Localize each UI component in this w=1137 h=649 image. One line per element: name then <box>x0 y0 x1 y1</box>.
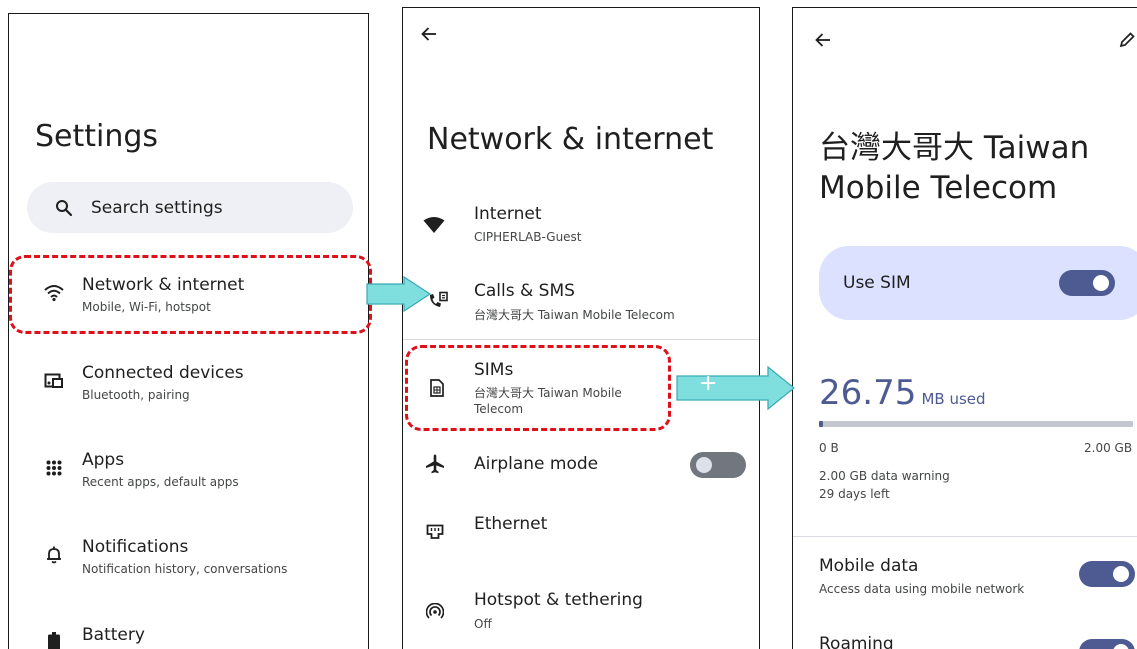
mobile-data-row[interactable]: Mobile data Access data using mobile net… <box>793 553 1137 609</box>
settings-item-apps[interactable]: Apps Recent apps, default apps <box>9 435 368 505</box>
ethernet-icon <box>423 520 447 544</box>
data-usage-bar-fill <box>819 421 824 427</box>
back-arrow-icon[interactable] <box>811 28 835 52</box>
network-item-subtitle: CIPHERLAB-Guest <box>474 230 582 244</box>
network-item-title: Calls & SMS <box>474 281 575 301</box>
data-usage-unit: MB used <box>921 390 986 408</box>
network-item-internet[interactable]: Internet CIPHERLAB-Guest <box>403 198 759 258</box>
connected-devices-icon <box>41 368 67 394</box>
toggle-knob <box>696 457 712 473</box>
network-item-subtitle: 台灣大哥大 Taiwan Mobile Telecom <box>474 308 675 322</box>
network-item-title: Ethernet <box>474 514 548 534</box>
divider <box>793 536 1137 537</box>
use-sim-label: Use SIM <box>843 273 911 293</box>
network-item-hotspot[interactable]: Hotspot & tethering Off <box>403 580 759 640</box>
roaming-title: Roaming <box>819 634 894 649</box>
airplane-icon <box>423 452 447 476</box>
data-warning-text: 2.00 GB data warning <box>819 469 950 483</box>
highlight-network-internet <box>9 255 372 334</box>
network-item-title: Internet <box>474 204 542 224</box>
edit-pencil-icon[interactable] <box>1115 28 1137 52</box>
settings-item-title: Notifications <box>82 537 189 557</box>
use-sim-toggle[interactable] <box>1059 270 1115 296</box>
usage-range-min: 0 B <box>819 441 839 455</box>
page-title-line1: 台灣大哥大 Taiwan <box>819 130 1090 166</box>
settings-item-title: Apps <box>82 450 125 470</box>
divider <box>403 339 759 340</box>
search-placeholder: Search settings <box>91 197 223 218</box>
toggle-knob <box>1093 275 1109 291</box>
mobile-data-title: Mobile data <box>819 556 919 576</box>
network-item-calls-sms[interactable]: Calls & SMS 台灣大哥大 Taiwan Mobile Telecom <box>403 274 759 334</box>
mobile-data-subtitle: Access data using mobile network <box>819 582 1025 596</box>
toggle-knob <box>1113 566 1129 582</box>
network-item-title: Airplane mode <box>474 454 599 474</box>
data-usage-bar <box>819 421 1133 427</box>
data-usage-value: 26.75 <box>819 373 917 413</box>
use-sim-card[interactable]: Use SIM <box>819 246 1137 320</box>
network-item-ethernet[interactable]: Ethernet <box>403 504 759 554</box>
hotspot-icon <box>423 600 447 624</box>
page-title-line2: Mobile Telecom <box>819 170 1058 206</box>
data-usage-summary: 26.75 MB used <box>819 373 986 413</box>
airplane-mode-toggle[interactable] <box>690 452 746 478</box>
settings-item-title: Battery <box>82 625 145 645</box>
settings-item-battery[interactable]: Battery <box>9 609 368 649</box>
roaming-row[interactable]: Roaming <box>793 626 1137 649</box>
highlight-sims <box>405 345 671 431</box>
settings-item-subtitle: Recent apps, default apps <box>82 475 239 489</box>
search-icon <box>53 197 75 219</box>
roaming-toggle[interactable] <box>1079 639 1135 649</box>
page-title: Settings <box>35 119 159 154</box>
days-left-text: 29 days left <box>819 487 890 501</box>
arrow-to-network-screen <box>366 276 432 312</box>
arrow-to-sim-details <box>676 366 795 410</box>
mobile-data-toggle[interactable] <box>1079 561 1135 587</box>
network-item-airplane[interactable]: Airplane mode <box>403 440 759 490</box>
toggle-knob <box>1113 644 1129 649</box>
apps-grid-icon <box>41 455 67 481</box>
network-item-title: Hotspot & tethering <box>474 590 643 610</box>
settings-item-subtitle: Bluetooth, pairing <box>82 388 190 402</box>
search-bar[interactable]: Search settings <box>27 182 353 233</box>
bell-icon <box>41 542 67 568</box>
settings-item-title: Connected devices <box>82 363 244 383</box>
settings-item-notifications[interactable]: Notifications Notification history, conv… <box>9 522 368 592</box>
back-arrow-icon[interactable] <box>417 22 441 46</box>
sim-details-screen: 台灣大哥大 Taiwan Mobile Telecom Use SIM 26.7… <box>792 7 1137 649</box>
battery-icon <box>43 631 65 649</box>
network-screen: Network & internet Internet CIPHERLAB-Gu… <box>402 7 760 649</box>
usage-range-max: 2.00 GB <box>1084 441 1133 455</box>
page-title: Network & internet <box>427 122 714 157</box>
settings-item-subtitle: Notification history, conversations <box>82 562 288 576</box>
network-item-subtitle: Off <box>474 617 492 631</box>
add-sim-plus-icon[interactable]: + <box>699 371 717 396</box>
wifi-filled-icon <box>421 214 447 236</box>
settings-item-connected-devices[interactable]: Connected devices Bluetooth, pairing <box>9 348 368 418</box>
